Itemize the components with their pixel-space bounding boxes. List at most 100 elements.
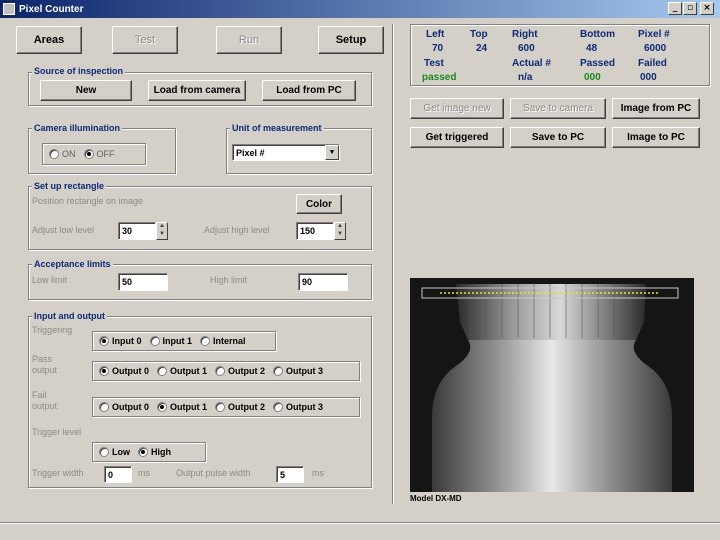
stat-left-header: Left	[426, 29, 445, 40]
fail-output0-radio[interactable]: Output 0	[99, 402, 149, 412]
pulse-width-label: Output pulse width	[176, 468, 251, 478]
radio-label: Output 3	[286, 366, 323, 376]
illumination-group-title: Camera illumination	[32, 123, 123, 133]
radio-label: Output 3	[286, 402, 323, 412]
unit-group-title: Unit of measurement	[230, 123, 324, 133]
trigger-width-unit: ms	[138, 468, 150, 478]
minimize-button[interactable]: _	[668, 2, 682, 15]
title-bar: Pixel Counter	[0, 0, 720, 18]
stat-bottom-header: Bottom	[580, 29, 615, 40]
pane-divider	[392, 24, 394, 504]
test-button[interactable]: Test	[112, 26, 178, 54]
trigger-low-radio[interactable]: Low	[99, 447, 130, 457]
save-to-pc-button[interactable]: Save to PC	[510, 127, 606, 148]
fail-output2-radio[interactable]: Output 2	[215, 402, 265, 412]
radio-dot	[157, 402, 167, 412]
radio-label: Output 2	[228, 366, 265, 376]
radio-label: Output 1	[170, 402, 207, 412]
illumination-on-radio[interactable]: ON	[49, 149, 76, 159]
radio-dot	[49, 149, 59, 159]
pulse-width-input[interactable]: 5	[276, 466, 304, 483]
stat-top-header: Top	[470, 29, 488, 40]
pass-output3-radio[interactable]: Output 3	[273, 366, 323, 376]
pass-output2-radio[interactable]: Output 2	[215, 366, 265, 376]
trigger-input0-radio[interactable]: Input 0	[99, 336, 142, 346]
stat-test-header: Test	[424, 58, 444, 69]
stat-actual-header: Actual #	[512, 58, 551, 69]
stat-bottom-value: 48	[586, 43, 598, 54]
stat-passed-value: 000	[584, 72, 601, 83]
source-group-title: Source of inspection	[32, 66, 126, 76]
setup-button[interactable]: Setup	[318, 26, 384, 54]
get-image-new-button[interactable]: Get image new	[410, 98, 504, 119]
load-from-camera-button[interactable]: Load from camera	[148, 80, 246, 101]
stat-left-value: 70	[432, 43, 444, 54]
radio-label: ON	[62, 149, 76, 159]
radio-label: Output 1	[170, 366, 207, 376]
position-rectangle-label: Position rectangle on image	[32, 196, 144, 206]
radio-dot	[215, 402, 225, 412]
stat-test-value: passed	[422, 72, 457, 83]
pass-output0-radio[interactable]: Output 0	[99, 366, 149, 376]
trigger-internal-radio[interactable]: Internal	[200, 336, 246, 346]
window-title: Pixel Counter	[19, 3, 84, 15]
stat-pixel-header: Pixel #	[638, 29, 670, 40]
unit-select[interactable]: Pixel # ▼	[232, 144, 340, 161]
get-triggered-button[interactable]: Get triggered	[410, 127, 504, 148]
color-button[interactable]: Color	[296, 194, 342, 214]
radio-dot	[200, 336, 210, 346]
acceptance-group-title: Acceptance limits	[32, 259, 113, 269]
pulse-width-unit: ms	[312, 468, 324, 478]
radio-dot	[149, 336, 160, 346]
trigger-width-label: Trigger width	[32, 468, 84, 478]
low-limit-label: Low limit	[32, 275, 68, 285]
radio-dot	[99, 447, 109, 457]
chevron-down-icon[interactable]: ▼	[325, 145, 339, 160]
low-limit-input[interactable]: 50	[118, 273, 168, 291]
trigger-level-label: Trigger level	[32, 427, 82, 437]
radio-label: Low	[112, 447, 130, 457]
preview-caption: Model DX-MD	[410, 494, 462, 503]
illumination-off-radio[interactable]: OFF	[83, 149, 115, 159]
save-to-camera-button[interactable]: Save to camera	[510, 98, 606, 119]
fail-output1-radio[interactable]: Output 1	[157, 402, 207, 412]
trigger-width-input[interactable]: 0	[104, 466, 132, 483]
run-button[interactable]: Run	[216, 26, 282, 54]
radio-label: OFF	[96, 149, 115, 159]
pass-output1-radio[interactable]: Output 1	[157, 366, 207, 376]
trigger-high-radio[interactable]: High	[138, 447, 171, 457]
stat-failed-value: 000	[640, 72, 657, 83]
stat-right-value: 600	[518, 43, 535, 54]
areas-button[interactable]: Areas	[16, 26, 82, 54]
radio-label: Input 0	[112, 336, 142, 346]
high-level-stepper[interactable]: ▲ ▼	[334, 222, 346, 240]
low-level-input[interactable]: 30	[118, 222, 156, 240]
close-button[interactable]: ×	[700, 2, 714, 15]
radio-dot	[273, 366, 283, 376]
trigger-input1-radio[interactable]: Input 1	[149, 336, 192, 346]
fail-output-radios: Output 0 Output 1 Output 2 Output 3	[92, 397, 360, 417]
radio-label: Output 0	[112, 366, 149, 376]
new-button[interactable]: New	[40, 80, 132, 101]
high-level-input[interactable]: 150	[296, 222, 334, 240]
maximize-button[interactable]: ▫	[683, 2, 697, 15]
high-limit-label: High limit	[210, 275, 248, 285]
image-from-pc-button[interactable]: Image from PC	[612, 98, 700, 119]
radio-dot	[157, 366, 167, 376]
radio-dot	[99, 402, 109, 412]
radio-label: Output 2	[228, 402, 265, 412]
low-level-stepper[interactable]: ▲ ▼	[156, 222, 168, 240]
radio-dot	[99, 366, 109, 376]
camera-preview[interactable]	[410, 278, 694, 492]
image-to-pc-button[interactable]: Image to PC	[612, 127, 700, 148]
load-from-pc-button[interactable]: Load from PC	[262, 80, 356, 101]
radio-dot	[215, 366, 225, 376]
pass-output-label: Pass output	[32, 354, 58, 375]
stat-top-value: 24	[476, 43, 488, 54]
stat-failed-header: Failed	[638, 58, 667, 69]
fail-output3-radio[interactable]: Output 3	[273, 402, 323, 412]
high-level-label: Adjust high level	[204, 225, 270, 235]
stat-right-header: Right	[512, 29, 538, 40]
pass-output-radios: Output 0 Output 1 Output 2 Output 3	[92, 361, 360, 381]
high-limit-input[interactable]: 90	[298, 273, 348, 291]
